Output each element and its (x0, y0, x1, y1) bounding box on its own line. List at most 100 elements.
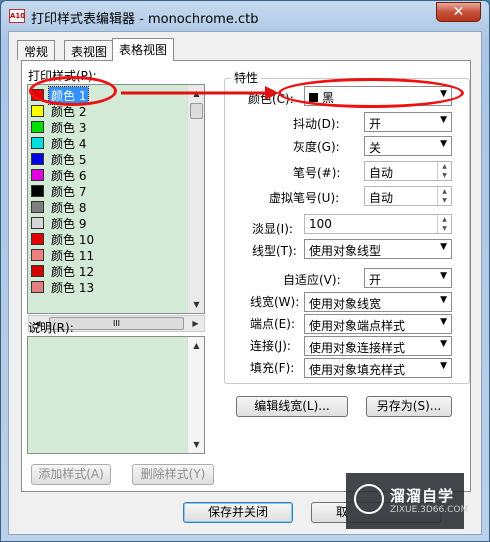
list-item-label: 颜色 4 (51, 137, 87, 151)
color-swatch (31, 265, 44, 277)
scroll-down-icon[interactable]: ▼ (188, 296, 204, 313)
linetype-select[interactable]: 使用对象线型 ▼ (304, 239, 452, 259)
list-item[interactable]: 颜色 8 (31, 199, 181, 215)
list-item[interactable]: 颜色 13 (31, 279, 181, 295)
color-swatch (31, 185, 44, 197)
grayscale-select[interactable]: 关 ▼ (364, 136, 452, 156)
edit-lineweights-button[interactable]: 编辑线宽(L)... (236, 396, 348, 417)
watermark-url: ZIXUE.3D66.COM (390, 505, 469, 515)
scroll-down-icon[interactable]: ▼ (188, 436, 205, 453)
fillstyle-label: 填充(F): (250, 361, 295, 375)
list-item-label: 颜色 8 (51, 201, 87, 215)
list-item[interactable]: 颜色 2 (31, 103, 181, 119)
joinstyle-value: 使用对象连接样式 (309, 341, 406, 355)
close-button[interactable]: ✕ (436, 2, 481, 22)
spinner-buttons[interactable]: ▲ ▼ (437, 187, 451, 205)
adaptive-select[interactable]: 开 ▼ (364, 268, 452, 288)
dither-select[interactable]: 开 ▼ (364, 112, 452, 132)
list-item-label: 颜色 10 (51, 233, 95, 247)
list-item[interactable]: 颜色 9 (31, 215, 181, 231)
endstyle-label: 端点(E): (250, 317, 295, 331)
list-item-label: 颜色 13 (51, 281, 95, 295)
chevron-down-icon: ▼ (440, 361, 447, 371)
properties-group-title: 特性 (231, 69, 262, 86)
list-item[interactable]: 颜色 12 (31, 263, 181, 279)
title-bar[interactable]: A10 打印样式表编辑器 - monochrome.ctb ✕ (1, 1, 489, 31)
save-as-button[interactable]: 另存为(S)... (366, 396, 452, 417)
list-item-label: 颜色 3 (51, 121, 87, 135)
screening-label: 淡显(I): (252, 222, 293, 236)
dither-label: 抖动(D): (293, 117, 340, 131)
fillstyle-select[interactable]: 使用对象填充样式 ▼ (304, 358, 452, 378)
list-item[interactable]: 颜色 5 (31, 151, 181, 167)
chevron-down-icon: ▼ (440, 317, 447, 327)
tab-table-view[interactable]: 表视图 (64, 40, 115, 60)
screening-value: 100 (309, 217, 332, 231)
scroll-up-icon[interactable]: ▲ (188, 337, 205, 354)
print-styles-list[interactable]: 颜色 1 颜色 2 颜色 3 颜色 4 颜色 5 颜色 6 颜色 7 颜色 8 … (27, 84, 205, 314)
save-and-close-button[interactable]: 保存并关闭 (183, 502, 293, 523)
spinner-buttons[interactable]: ▲ ▼ (437, 162, 451, 180)
list-vertical-scrollbar[interactable]: ▲ ▼ (187, 85, 204, 313)
endstyle-value: 使用对象端点样式 (309, 319, 406, 333)
spin-up-icon[interactable]: ▲ (438, 187, 451, 196)
lineweight-select[interactable]: 使用对象线宽 ▼ (304, 292, 452, 312)
list-item-label: 颜色 5 (51, 153, 87, 167)
spin-up-icon[interactable]: ▲ (438, 215, 451, 224)
list-item-label: 颜色 9 (51, 217, 87, 231)
list-item-label: 颜色 6 (51, 169, 87, 183)
spin-up-icon[interactable]: ▲ (438, 162, 451, 171)
grayscale-value: 关 (369, 141, 382, 155)
tab-form-view[interactable]: 表格视图 (112, 38, 175, 61)
description-scrollbar[interactable]: ▲ ▼ (187, 337, 204, 453)
watermark-logo-icon (354, 484, 384, 514)
list-item-label: 颜色 11 (51, 249, 95, 263)
chevron-down-icon: ▼ (440, 242, 447, 252)
list-item-label: 颜色 7 (51, 185, 87, 199)
add-style-button[interactable]: 添加样式(A) (31, 464, 111, 485)
virtual-pen-value: 自动 (369, 191, 394, 205)
chevron-down-icon: ▼ (440, 115, 447, 125)
watermark-name: 溜溜自学 (390, 487, 455, 505)
adaptive-label: 自适应(V): (283, 273, 341, 287)
dialog-client: 常规 表视图 表格视图 打印样式(P): 颜色 1 颜色 2 颜色 3 颜色 4… (8, 31, 482, 535)
watermark: 溜溜自学 ZIXUE.3D66.COM (346, 473, 468, 529)
color-swatch (31, 249, 44, 261)
virtual-pen-spinner[interactable]: 自动 ▲ ▼ (364, 186, 452, 206)
window-title: 打印样式表编辑器 - monochrome.ctb (31, 12, 259, 27)
scroll-thumb[interactable] (190, 103, 203, 119)
list-item[interactable]: 颜色 6 (31, 167, 181, 183)
list-item[interactable]: 颜色 10 (31, 231, 181, 247)
list-item[interactable]: 颜色 7 (31, 183, 181, 199)
list-item[interactable]: 颜色 3 (31, 119, 181, 135)
chevron-down-icon: ▼ (440, 295, 447, 305)
chevron-down-icon: ▼ (440, 339, 447, 349)
spinner-buttons[interactable]: ▲ ▼ (437, 215, 451, 233)
annotation-circle-color (278, 78, 464, 108)
joinstyle-select[interactable]: 使用对象连接样式 ▼ (304, 336, 452, 356)
dialog-window: A10 打印样式表编辑器 - monochrome.ctb ✕ 常规 表视图 表… (0, 0, 490, 542)
pen-number-label: 笔号(#): (293, 166, 341, 180)
adaptive-value: 开 (369, 273, 382, 287)
virtual-pen-label: 虚拟笔号(U): (269, 191, 340, 205)
spin-down-icon[interactable]: ▼ (438, 224, 451, 233)
tab-general[interactable]: 常规 (17, 40, 56, 60)
color-swatch (31, 281, 44, 293)
fillstyle-value: 使用对象填充样式 (309, 363, 406, 377)
description-textbox[interactable]: ▲ ▼ (27, 336, 205, 454)
spin-down-icon[interactable]: ▼ (438, 196, 451, 205)
list-item[interactable]: 颜色 4 (31, 135, 181, 151)
pen-number-value: 自动 (369, 166, 394, 180)
endstyle-select[interactable]: 使用对象端点样式 ▼ (304, 314, 452, 334)
linetype-label: 线型(T): (252, 244, 297, 258)
pen-number-spinner[interactable]: 自动 ▲ ▼ (364, 161, 452, 181)
delete-style-button[interactable]: 删除样式(Y) (132, 464, 214, 485)
description-label: 说明(R): (28, 321, 74, 335)
screening-spinner[interactable]: 100 ▲ ▼ (304, 214, 452, 234)
spin-down-icon[interactable]: ▼ (438, 171, 451, 180)
scroll-right-icon[interactable]: ▶ (187, 315, 204, 332)
color-swatch (31, 121, 44, 133)
list-item-label: 颜色 12 (51, 265, 95, 279)
joinstyle-label: 连接(J): (250, 339, 291, 353)
list-item[interactable]: 颜色 11 (31, 247, 181, 263)
